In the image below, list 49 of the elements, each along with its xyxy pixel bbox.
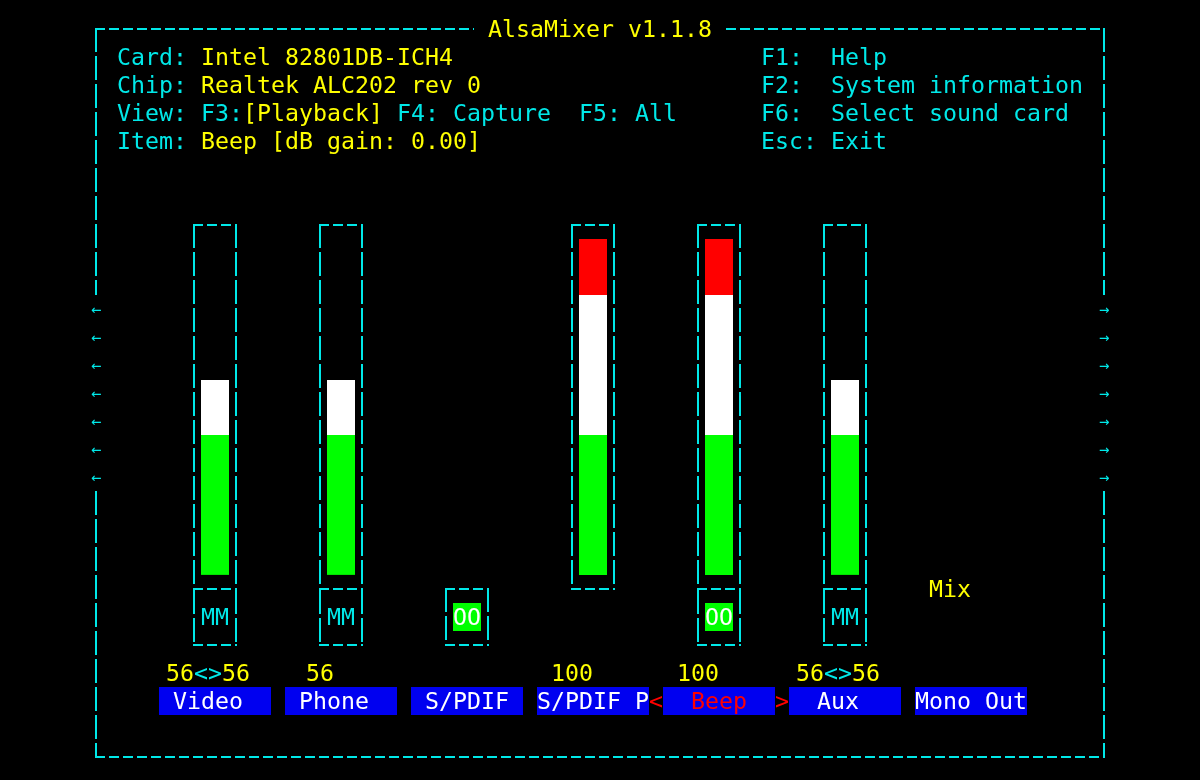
- channel-label[interactable]: Mono Out: [915, 687, 1027, 715]
- info-value: Beep [dB gain: 0.00]: [201, 127, 481, 155]
- view-tab[interactable]: [Playback]: [243, 99, 383, 127]
- left-scroll-arrow: ←: [89, 354, 103, 377]
- info-label: Chip:: [117, 71, 187, 99]
- volume-reading: 56<>56: [166, 659, 250, 687]
- channel-label[interactable]: Aux: [789, 687, 901, 715]
- shortcut-hint: F6: Select sound card: [761, 99, 1070, 127]
- volume-reading: 56: [306, 659, 334, 687]
- right-scroll-arrow: →: [1097, 326, 1111, 349]
- info-label: Card:: [117, 43, 187, 71]
- shortcut-hint: F2: System information: [761, 71, 1083, 99]
- selection-marker: <: [649, 687, 663, 715]
- volume-reading: 56<>56: [796, 659, 880, 687]
- mute-toggle[interactable]: MM: [327, 603, 355, 631]
- view-tab[interactable]: Capture: [453, 99, 551, 127]
- info-value: Realtek ALC202 rev 0: [201, 71, 481, 99]
- mute-toggle[interactable]: MM: [831, 603, 859, 631]
- info-label: Item:: [117, 127, 187, 155]
- window-title: AlsaMixer v1.1.8: [487, 15, 713, 43]
- left-scroll-arrow: ←: [89, 298, 103, 321]
- volume-reading: 100: [551, 659, 593, 687]
- channel-label[interactable]: Video: [159, 687, 271, 715]
- shortcut-hint: F1: Help: [761, 43, 888, 71]
- shortcut-hint: Esc: Exit: [761, 127, 888, 155]
- right-scroll-arrow: →: [1097, 438, 1111, 461]
- channel-label[interactable]: Phone: [285, 687, 397, 715]
- left-scroll-arrow: ←: [89, 466, 103, 489]
- view-key: F3:: [201, 99, 243, 127]
- left-scroll-arrow: ←: [89, 438, 103, 461]
- right-scroll-arrow: →: [1097, 298, 1111, 321]
- channel-label[interactable]: S/PDIF P: [537, 687, 649, 715]
- info-value: Intel 82801DB-ICH4: [201, 43, 453, 71]
- right-scroll-arrow: →: [1097, 466, 1111, 489]
- view-key: F5:: [578, 99, 621, 127]
- left-scroll-arrow: ←: [89, 410, 103, 433]
- view-tab[interactable]: All: [634, 99, 677, 127]
- right-scroll-arrow: →: [1097, 354, 1111, 377]
- left-scroll-arrow: ←: [89, 382, 103, 405]
- info-label: View:: [117, 99, 187, 127]
- right-scroll-arrow: →: [1097, 382, 1111, 405]
- enum-value[interactable]: Mix: [929, 575, 971, 603]
- selection-marker: >: [775, 687, 789, 715]
- view-key: F4:: [397, 99, 439, 127]
- volume-reading: 100: [677, 659, 719, 687]
- channel-label[interactable]: S/PDIF: [411, 687, 523, 715]
- left-scroll-arrow: ←: [89, 326, 103, 349]
- right-scroll-arrow: →: [1097, 410, 1111, 433]
- mute-toggle[interactable]: MM: [201, 603, 229, 631]
